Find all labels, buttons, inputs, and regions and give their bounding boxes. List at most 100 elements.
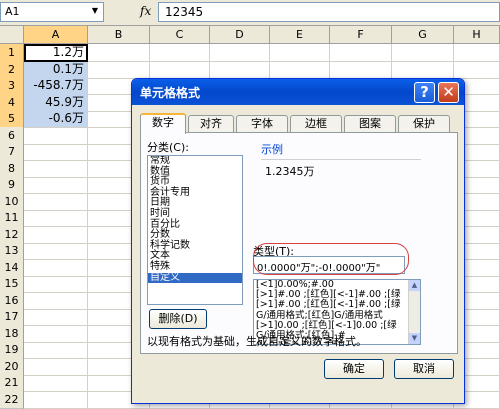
insert-function-icon[interactable]: fx — [140, 4, 151, 18]
cell-a12[interactable] — [24, 225, 88, 244]
cell-a8[interactable] — [24, 159, 88, 178]
row-header[interactable]: 13 — [0, 242, 24, 260]
column-header-row: ABCDEFGH — [0, 26, 500, 44]
category-item[interactable]: 常规 — [148, 156, 242, 167]
select-all-corner[interactable] — [0, 26, 24, 44]
cell-a10[interactable] — [24, 192, 88, 211]
row-header[interactable]: 10 — [0, 192, 24, 211]
category-item[interactable]: 时间 — [148, 208, 242, 220]
row-header[interactable]: 9 — [0, 176, 24, 194]
row-header[interactable]: 14 — [0, 258, 24, 277]
column-header-b[interactable]: B — [88, 26, 150, 44]
formula-input[interactable]: 12345 — [158, 2, 500, 22]
cell-a4[interactable]: 45.9万 — [24, 93, 88, 112]
category-item[interactable]: 特殊 — [148, 261, 242, 273]
cell-a16[interactable] — [24, 291, 88, 310]
name-box-dropdown-icon[interactable]: ▼ — [88, 3, 102, 19]
row-header[interactable]: 11 — [0, 209, 24, 227]
row-header[interactable]: 22 — [0, 390, 24, 409]
category-item[interactable]: 自定义 — [148, 272, 242, 284]
column-header-g[interactable]: G — [392, 26, 454, 44]
cell-h2[interactable] — [454, 60, 500, 79]
tab-3[interactable]: 字体 — [236, 115, 288, 133]
row-header[interactable]: 7 — [0, 143, 24, 161]
cell-a2[interactable]: 0.1万 — [24, 60, 88, 79]
cancel-button[interactable]: 取消 — [394, 359, 454, 379]
cell-a22[interactable] — [24, 390, 88, 409]
cell-a1[interactable]: 1.2万 — [24, 44, 88, 62]
tab-6[interactable]: 保护 — [398, 115, 450, 133]
cell-a13[interactable] — [24, 242, 88, 260]
cell-a3[interactable]: -458.7万 — [24, 77, 88, 95]
tab-5[interactable]: 图案 — [344, 115, 396, 133]
cell-b2[interactable] — [88, 60, 150, 79]
cell-a9[interactable] — [24, 176, 88, 194]
cell-a14[interactable] — [24, 258, 88, 277]
cell-a15[interactable] — [24, 275, 88, 293]
cell-e1[interactable] — [270, 44, 330, 62]
column-header-c[interactable]: C — [150, 26, 210, 44]
row-header[interactable]: 17 — [0, 308, 24, 326]
format-cells-dialog: 单元格格式 ? ✕ 数字 对齐 字体 边框 图案 保护 分类(C): 常规 数值 货币 会计专用… — [131, 78, 465, 404]
row-header[interactable]: 18 — [0, 324, 24, 343]
help-button[interactable]: ? — [414, 82, 435, 103]
row-header[interactable]: 20 — [0, 357, 24, 376]
row-header[interactable]: 15 — [0, 275, 24, 293]
annotation-highlight — [253, 243, 409, 275]
cell-e2[interactable] — [270, 60, 330, 79]
delete-button[interactable]: 删除(D) — [149, 309, 207, 329]
cell-f1[interactable] — [330, 44, 392, 62]
cell-a21[interactable] — [24, 374, 88, 392]
row-header[interactable]: 3 — [0, 77, 24, 95]
cell-a7[interactable] — [24, 143, 88, 161]
scroll-down-icon[interactable]: ▼ — [409, 333, 420, 344]
row-header[interactable]: 16 — [0, 291, 24, 310]
dialog-title: 单元格格式 — [140, 86, 201, 100]
format-description: 以现有格式为基础，生成自定义的数字格式。 — [147, 335, 367, 348]
row-header[interactable]: 1 — [0, 44, 24, 62]
ok-button[interactable]: 确定 — [324, 359, 384, 379]
cell-a6[interactable] — [24, 126, 88, 145]
row-header[interactable]: 12 — [0, 225, 24, 244]
number-tab-panel: 分类(C): 常规 数值 货币 会计专用 日期 时间 百分比 分数 科学记数 文本 特殊 自定义 示例… — [140, 132, 458, 354]
formula-bar: A1 ▼ fx 12345 — [0, 0, 500, 26]
scroll-up-icon[interactable]: ▲ — [409, 280, 420, 291]
cell-a17[interactable] — [24, 308, 88, 326]
cell-a11[interactable] — [24, 209, 88, 227]
dialog-tabs: 数字 对齐 字体 边框 图案 保护 — [140, 113, 458, 134]
cell-a19[interactable] — [24, 341, 88, 359]
row-header[interactable]: 21 — [0, 374, 24, 392]
tab-2[interactable]: 对齐 — [188, 115, 234, 133]
cell-d1[interactable] — [210, 44, 270, 62]
tab-4[interactable]: 边框 — [290, 115, 342, 133]
grid-row: 1 1.2万 — [0, 44, 500, 62]
cell-b1[interactable] — [88, 44, 150, 62]
cell-f2[interactable] — [330, 60, 392, 79]
column-header-d[interactable]: D — [210, 26, 270, 44]
row-header[interactable]: 5 — [0, 110, 24, 128]
row-header[interactable]: 4 — [0, 93, 24, 112]
cell-d2[interactable] — [210, 60, 270, 79]
cell-c1[interactable] — [150, 44, 210, 62]
category-list[interactable]: 常规 数值 货币 会计专用 日期 时间 百分比 分数 科学记数 文本 特殊 自定义 — [147, 155, 243, 305]
close-button[interactable]: ✕ — [438, 82, 459, 103]
dialog-titlebar[interactable]: 单元格格式 ? ✕ — [132, 79, 464, 105]
tab-1[interactable]: 数字 — [140, 113, 186, 134]
cell-a20[interactable] — [24, 357, 88, 376]
cell-g2[interactable] — [392, 60, 454, 79]
column-header-e[interactable]: E — [270, 26, 330, 44]
type-list-scrollbar[interactable]: ▲ ▼ — [408, 280, 420, 344]
row-header[interactable]: 2 — [0, 60, 24, 79]
column-header-f[interactable]: F — [330, 26, 392, 44]
cell-g1[interactable] — [392, 44, 454, 62]
cell-c2[interactable] — [150, 60, 210, 79]
column-header-a[interactable]: A — [24, 26, 88, 44]
cell-a5[interactable]: -0.6万 — [24, 110, 88, 128]
row-header[interactable]: 8 — [0, 159, 24, 178]
column-header-h[interactable]: H — [454, 26, 500, 44]
sample-label: 示例 — [261, 143, 283, 156]
cell-a18[interactable] — [24, 324, 88, 343]
cell-h1[interactable] — [454, 44, 500, 62]
row-header[interactable]: 19 — [0, 341, 24, 359]
row-header[interactable]: 6 — [0, 126, 24, 145]
